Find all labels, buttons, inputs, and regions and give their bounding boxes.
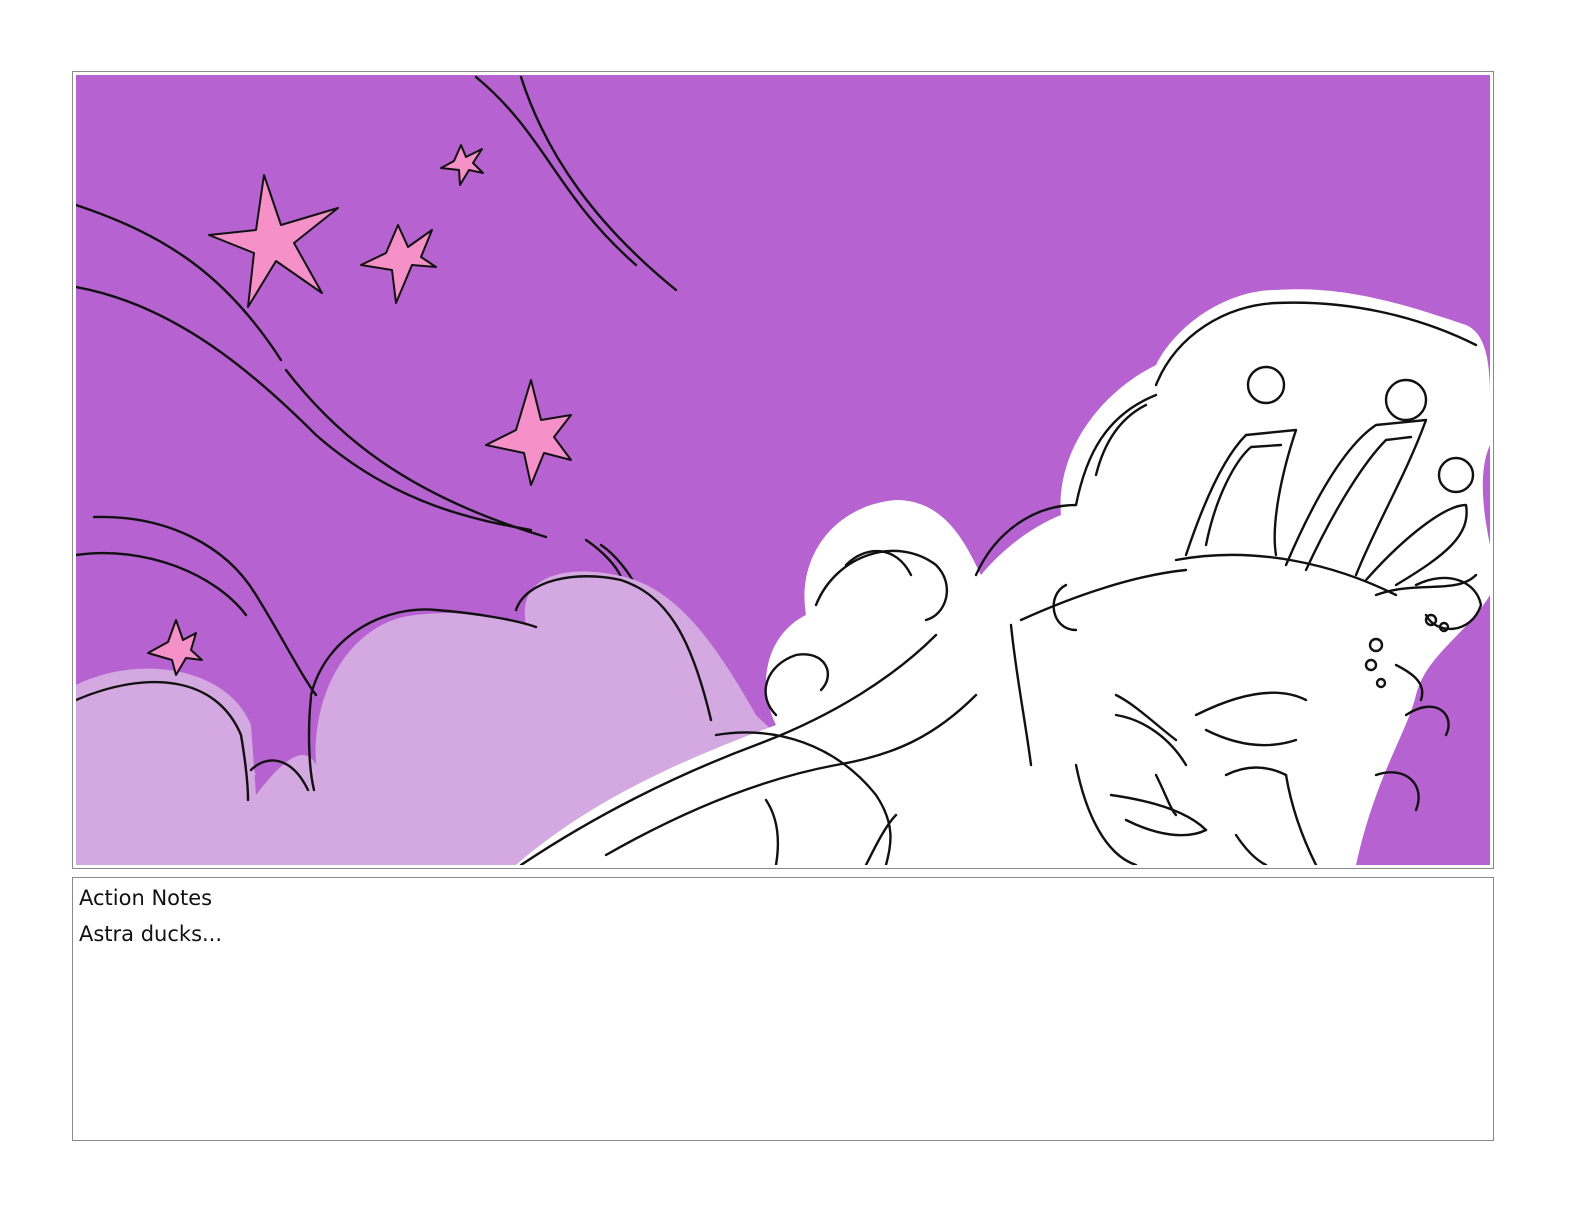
panel-drawing bbox=[76, 75, 1490, 865]
action-notes-text[interactable]: Astra ducks... bbox=[79, 920, 1487, 948]
action-notes-box[interactable]: Action Notes Astra ducks... bbox=[72, 877, 1494, 1141]
action-notes-label: Action Notes bbox=[79, 886, 213, 910]
storyboard-page: Action Notes Astra ducks... bbox=[0, 0, 1584, 1224]
storyboard-panel bbox=[72, 71, 1494, 869]
